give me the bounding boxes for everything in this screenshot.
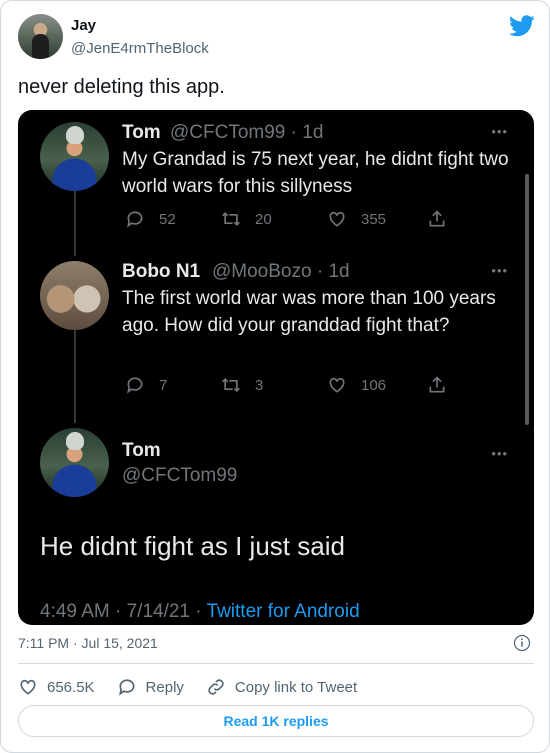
tom-avatar <box>40 122 109 191</box>
retweet-count: 3 <box>221 375 263 395</box>
relative-time: · 1d <box>290 122 324 143</box>
like-icon <box>329 211 345 227</box>
like-count: 106 <box>327 375 386 395</box>
tweet-actions: 656.5K Reply Copy link to Tweet <box>18 677 379 697</box>
relative-time: · 1d <box>316 261 350 282</box>
info-icon[interactable] <box>513 634 531 652</box>
main-author-name: Tom <box>122 440 161 461</box>
author-avatar[interactable] <box>18 14 63 59</box>
main-tweet-time: 4:49 AM · 7/14/21 · <box>40 601 207 622</box>
copy-link-label: Copy link to Tweet <box>234 678 358 696</box>
copy-link-button[interactable]: Copy link to Tweet <box>206 677 357 697</box>
reply-label: Reply <box>145 678 184 696</box>
reply-count: 7 <box>125 375 167 395</box>
reply-author-name: Tom <box>122 122 161 143</box>
like-count: 355 <box>327 209 386 229</box>
main-author-handle: @CFCTom99 <box>122 465 238 486</box>
tweet-timestamp[interactable]: 7:11 PM · Jul 15, 2021 <box>18 635 158 651</box>
reply-count-value: 7 <box>159 376 168 394</box>
tweet-text: never deleting this app. <box>18 76 225 98</box>
author-handle[interactable]: @JenE4rmTheBlock <box>71 40 209 57</box>
like-count-value: 355 <box>361 210 387 228</box>
more-icon: ••• <box>491 263 508 278</box>
reply-text: My Grandad is 75 next year, he didnt fig… <box>122 149 509 197</box>
reply-icon <box>118 679 135 696</box>
reply-button[interactable]: Reply <box>117 677 184 697</box>
thread-line <box>74 328 76 423</box>
like-count-value: 106 <box>361 376 387 394</box>
retweet-icon <box>222 377 240 393</box>
more-icon: ••• <box>491 446 508 461</box>
more-icon: ••• <box>491 124 508 139</box>
reply-author-handle: @MooBozo · 1d <box>212 261 350 283</box>
retweet-count-value: 3 <box>255 376 264 394</box>
main-tweet-meta: 4:49 AM · 7/14/21 · Twitter for Android <box>40 601 360 623</box>
reply-author-handle: @CFCTom99 · 1d <box>170 122 323 144</box>
attached-image[interactable]: Tom @CFCTom99 · 1d ••• My Grandad is 75 … <box>18 110 534 625</box>
read-replies-button[interactable]: Read 1K replies <box>18 705 534 737</box>
like-button[interactable]: 656.5K <box>18 677 95 697</box>
tweet-source: Twitter for Android <box>206 601 360 622</box>
heart-icon <box>20 679 36 695</box>
reply-text: The first world war was more than 100 ye… <box>122 288 496 336</box>
reply-count: 52 <box>125 209 176 229</box>
author-name[interactable]: Jay <box>71 17 96 34</box>
reply-author-name: Bobo N1 <box>122 261 201 282</box>
reply-icon <box>127 211 143 228</box>
reply-count-value: 52 <box>159 210 176 228</box>
retweet-count: 20 <box>221 209 272 229</box>
share-icon <box>429 210 445 227</box>
like-icon <box>329 377 345 393</box>
share-icon <box>429 376 445 393</box>
thread-line <box>74 186 76 256</box>
main-tweet-text: He didnt fight as I just said <box>40 531 345 561</box>
bobo-avatar <box>40 261 109 330</box>
tom-avatar <box>40 428 109 497</box>
embedded-tweet-card: Jay @JenE4rmTheBlock never deleting this… <box>0 0 550 753</box>
reply-icon <box>127 377 143 394</box>
divider <box>18 663 534 664</box>
handle-text: @CFCTom99 <box>170 122 286 143</box>
retweet-count-value: 20 <box>255 210 272 228</box>
retweet-icon <box>222 211 240 227</box>
link-icon <box>208 679 224 695</box>
handle-text: @MooBozo <box>212 261 312 282</box>
scrollbar <box>525 174 529 425</box>
twitter-bird-icon[interactable] <box>509 15 535 37</box>
like-count-label: 656.5K <box>47 678 95 696</box>
